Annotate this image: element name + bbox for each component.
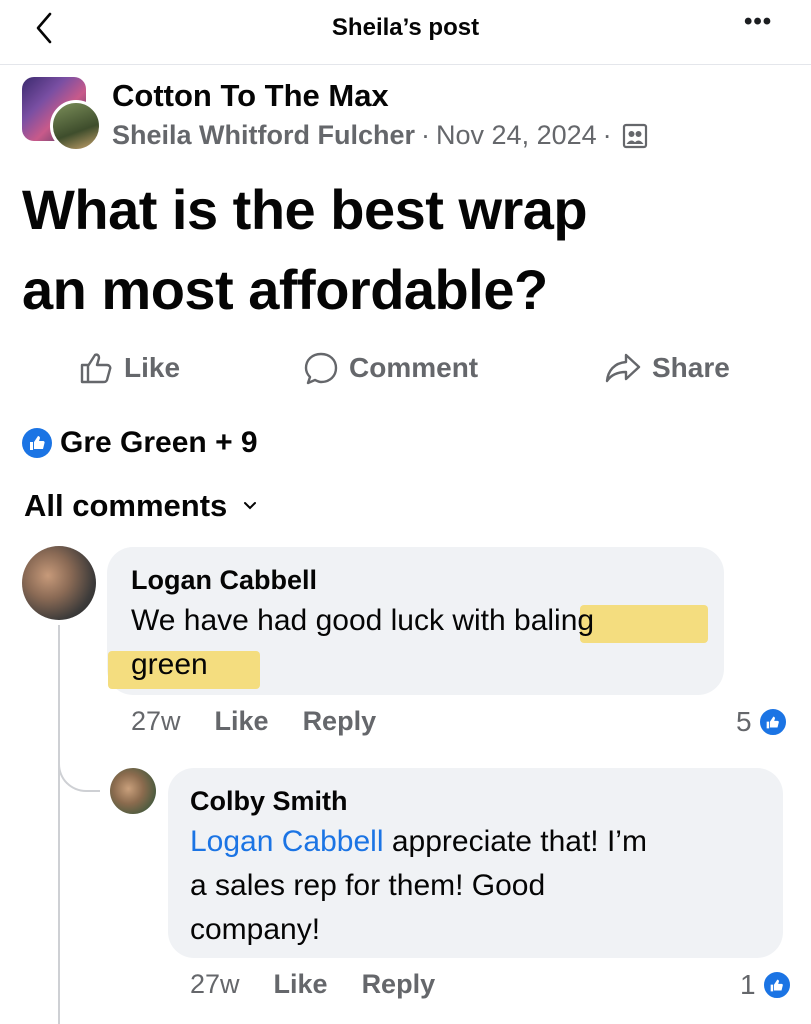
- thumbs-up-icon: [80, 353, 112, 384]
- comment-text-line: company!: [190, 913, 321, 946]
- like-label: Like: [124, 352, 181, 383]
- reaction-count-value: 1: [740, 969, 756, 1000]
- comment-label: Comment: [349, 352, 479, 383]
- author-avatar[interactable]: [50, 100, 102, 152]
- commenter-name[interactable]: Colby Smith: [190, 786, 348, 817]
- comment-reaction-count[interactable]: 5: [736, 706, 788, 738]
- reaction-names: Gre Green + 9: [60, 426, 258, 459]
- comment-text-highlighted: h baling: [489, 604, 595, 637]
- comment-reaction-count[interactable]: 1: [740, 969, 792, 1001]
- share-label: Share: [652, 352, 730, 383]
- author-name[interactable]: Sheila Whitford Fulcher: [112, 120, 415, 150]
- comment-bubble-icon: [304, 352, 338, 385]
- post-text-line: What is the best wrap: [22, 178, 588, 241]
- post-meta: Sheila Whitford Fulcher · Nov 24, 2024 ·: [112, 118, 648, 151]
- chevron-down-icon: [244, 502, 257, 510]
- mention-link[interactable]: Logan Cabbell: [190, 825, 384, 858]
- comment-like-button[interactable]: Like: [215, 706, 269, 737]
- like-reaction-icon: [761, 970, 792, 1000]
- like-button[interactable]: Like: [78, 350, 180, 386]
- comment-button[interactable]: Comment: [303, 350, 478, 386]
- comment-text-line: green: [131, 648, 208, 681]
- comment-text-part: appreciate that! I’m: [383, 825, 647, 858]
- post-date[interactable]: Nov 24, 2024: [436, 120, 597, 150]
- reaction-summary[interactable]: Gre Green + 9: [22, 426, 258, 460]
- comment-like-button[interactable]: Like: [274, 969, 328, 1000]
- comment-text: Logan Cabbell appreciate that! I’m a sal…: [190, 820, 770, 952]
- comment-age[interactable]: 27w: [190, 969, 240, 1000]
- post-text-line: an most affordable?: [22, 258, 548, 321]
- group-members-icon: [622, 123, 648, 149]
- like-reaction-icon: [22, 428, 52, 458]
- comments-filter[interactable]: All comments: [24, 488, 257, 524]
- more-options-button[interactable]: •••: [744, 8, 772, 36]
- comment-reply-button[interactable]: Reply: [303, 706, 377, 737]
- commenter-avatar[interactable]: [110, 768, 156, 814]
- comment-age[interactable]: 27w: [131, 706, 181, 737]
- comment-text: We have had good luck with baling green: [131, 599, 716, 687]
- share-button[interactable]: Share: [604, 350, 730, 386]
- reaction-count-value: 5: [736, 706, 752, 737]
- share-arrow-icon: [605, 353, 641, 383]
- post-text: What is the best wrap an most affordable…: [22, 170, 792, 330]
- commenter-avatar[interactable]: [22, 546, 96, 620]
- meta-separator: ·: [602, 120, 612, 150]
- comment-meta: 27w Like Reply: [131, 706, 410, 737]
- comments-filter-label: All comments: [24, 488, 228, 523]
- group-name[interactable]: Cotton To The Max: [112, 78, 389, 114]
- comment-reply-button[interactable]: Reply: [362, 969, 436, 1000]
- comment-text-line: a sales rep for them! Good: [190, 869, 546, 902]
- meta-separator: ·: [421, 120, 431, 150]
- like-reaction-icon: [757, 707, 788, 737]
- page-title: Sheila’s post: [331, 14, 480, 41]
- commenter-name[interactable]: Logan Cabbell: [131, 565, 317, 596]
- thread-connector: [58, 740, 100, 792]
- comment-meta: 27w Like Reply: [190, 969, 469, 1000]
- comment-text-part: We have had good luck wit: [131, 604, 489, 637]
- thread-line: [58, 625, 60, 1024]
